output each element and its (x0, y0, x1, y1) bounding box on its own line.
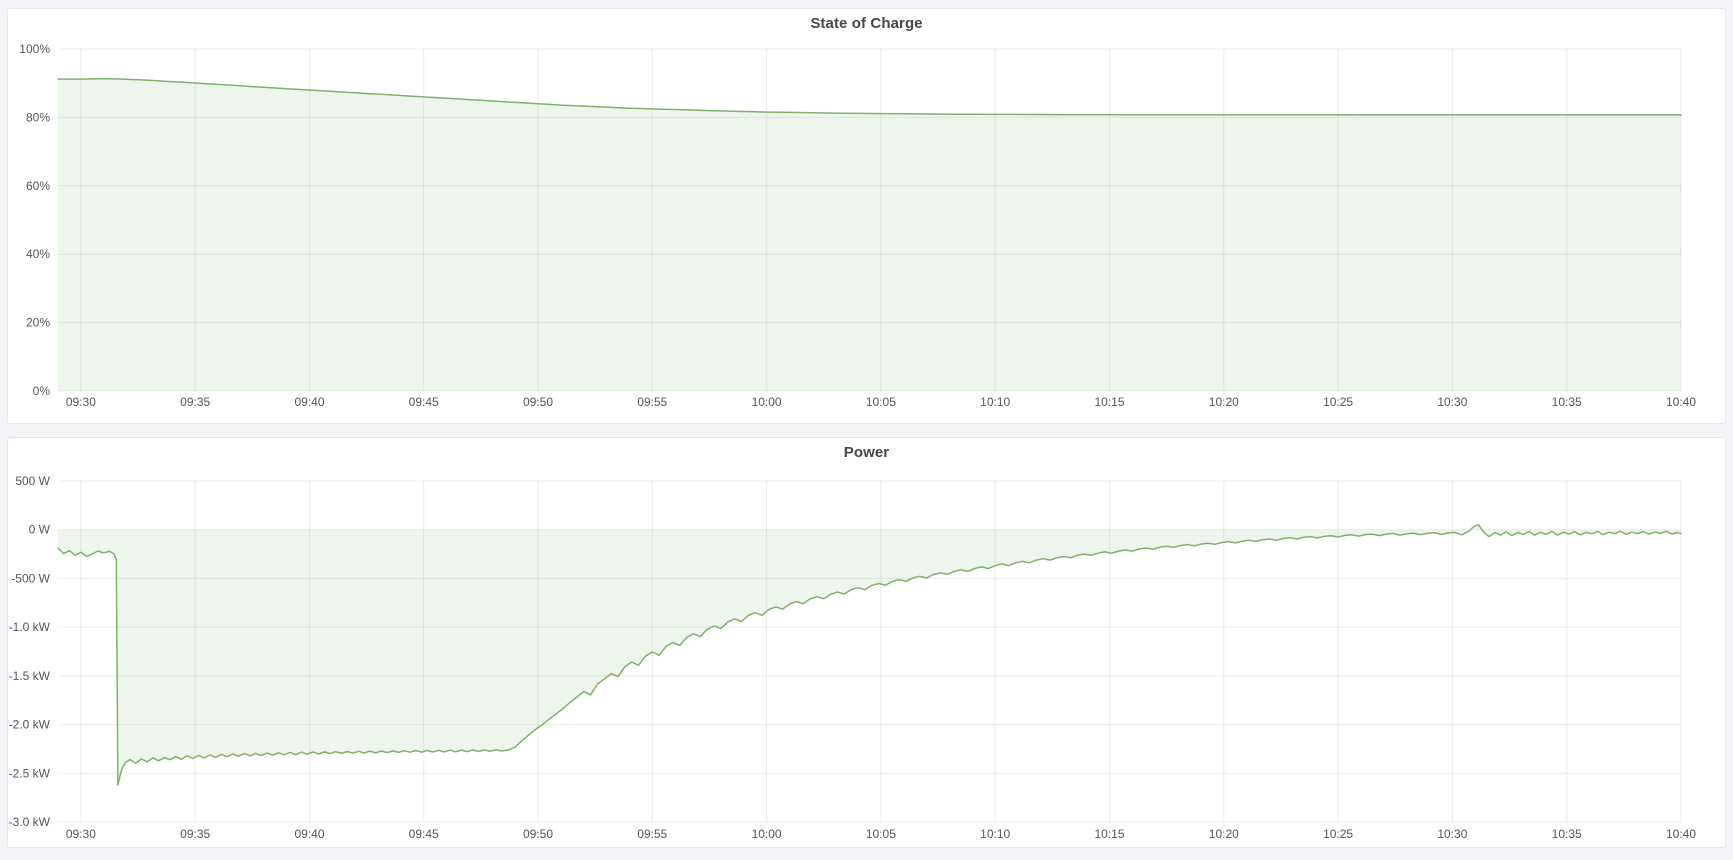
x-tick-label: 09:35 (180, 827, 210, 841)
power-chart[interactable]: 500 W 0 W -500 W -1.0 kW -1.5 kW -2.0 kW -2.5 … (8, 465, 1720, 847)
x-tick-label: 10:40 (1666, 827, 1696, 841)
y-tick-label: -1.5 kW (9, 669, 51, 683)
panel-power: Power 500 W 0 W -500 W -1.0 kW -1.5 kW -2.0 k… (7, 437, 1726, 848)
panel-title-power[interactable]: Power (8, 438, 1725, 465)
state-of-charge-chart[interactable]: 100% 80% 60% 40% 20% 0% 09:30 09:35 09:40 09:45 09… (8, 36, 1720, 415)
x-tick-label: 09:55 (637, 395, 667, 409)
x-tick-label: 10:00 (752, 827, 782, 841)
panel-state-of-charge: State of Charge 100% 80% 60% 40% 20% 0% 09:30 0… (7, 8, 1726, 424)
x-tick-label: 10:15 (1094, 395, 1124, 409)
dashboard: State of Charge 100% 80% 60% 40% 20% 0% 09:30 0… (0, 0, 1733, 848)
y-tick-label: 0% (33, 384, 51, 398)
y-tick-label: 40% (26, 247, 50, 261)
x-tick-label: 10:30 (1437, 827, 1467, 841)
x-tick-label: 10:20 (1209, 395, 1239, 409)
x-tick-label: 10:30 (1437, 395, 1467, 409)
x-tick-label: 10:25 (1323, 827, 1353, 841)
y-tick-label: -2.0 kW (9, 718, 51, 732)
x-tick-label: 09:50 (523, 827, 553, 841)
y-tick-label: 0 W (29, 523, 51, 537)
x-tick-label: 10:10 (980, 395, 1010, 409)
panel-title-state-of-charge[interactable]: State of Charge (8, 9, 1725, 36)
x-tick-label: 09:55 (637, 827, 667, 841)
y-tick-label: 80% (26, 110, 50, 124)
y-tick-label: 500 W (15, 474, 50, 488)
x-tick-label: 10:05 (866, 827, 896, 841)
x-tick-label: 09:40 (294, 827, 324, 841)
x-tick-label: 10:40 (1666, 395, 1696, 409)
x-tick-label: 09:30 (66, 395, 96, 409)
x-tick-label: 09:50 (523, 395, 553, 409)
x-tick-label: 10:00 (752, 395, 782, 409)
x-tick-label: 10:35 (1552, 395, 1582, 409)
x-tick-label: 09:40 (294, 395, 324, 409)
y-tick-label: -1.0 kW (9, 620, 51, 634)
x-tick-label: 10:15 (1094, 827, 1124, 841)
y-tick-label: 20% (26, 316, 50, 330)
y-tick-label: 100% (19, 42, 50, 56)
x-tick-label: 10:35 (1552, 827, 1582, 841)
y-tick-label: -2.5 kW (9, 766, 51, 780)
x-tick-label: 10:05 (866, 395, 896, 409)
x-tick-label: 10:10 (980, 827, 1010, 841)
x-tick-label: 10:20 (1209, 827, 1239, 841)
y-tick-label: 60% (26, 179, 50, 193)
x-tick-label: 09:45 (409, 395, 439, 409)
series-area (58, 79, 1681, 391)
x-tick-label: 09:30 (66, 827, 96, 841)
y-tick-label: -500 W (11, 571, 50, 585)
y-tick-label: -3.0 kW (9, 815, 51, 829)
series-area (58, 525, 1681, 785)
x-tick-label: 09:45 (409, 827, 439, 841)
x-tick-label: 10:25 (1323, 395, 1353, 409)
x-tick-label: 09:35 (180, 395, 210, 409)
